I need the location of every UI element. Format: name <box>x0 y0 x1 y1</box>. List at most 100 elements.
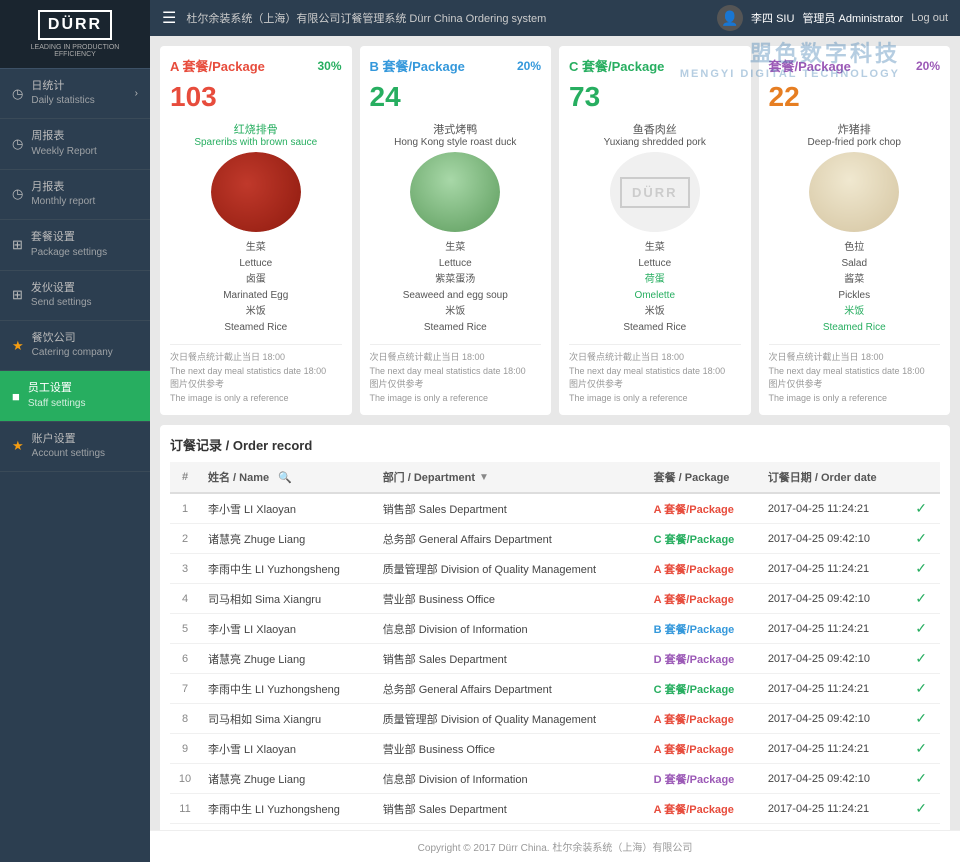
package-a-pct: 30% <box>317 59 341 73</box>
package-c-items: 生菜Lettuce 荷蛋Omelette 米饭Steamed Rice <box>569 240 741 336</box>
package-card-b: B 套餐/Package 20% 24 港式烤鸭 Hong Kong style… <box>360 46 552 415</box>
row-status: ✓ <box>907 734 940 764</box>
row-status: ✓ <box>907 554 940 584</box>
row-dept: 信息部 Division of Information <box>375 614 646 644</box>
row-status: ✓ <box>907 704 940 734</box>
sidebar-item-account-settings[interactable]: ★ 账户设置 Account settings <box>0 422 150 472</box>
row-num: 9 <box>170 734 200 764</box>
row-dept: 质量管理部 Division of Quality Management <box>375 554 646 584</box>
row-package: A 套餐/Package <box>646 584 760 614</box>
sidebar-logo: DÜRR LEADING IN PRODUCTION EFFICIENCY <box>0 0 150 69</box>
sidebar-item-catering[interactable]: ★ 餐饮公司 Catering company <box>0 321 150 371</box>
row-dept: 销售部 Sales Department <box>375 794 646 824</box>
row-num: 5 <box>170 614 200 644</box>
package-c-image: DÜRR <box>610 152 700 232</box>
package-b-main-dish: 港式烤鸭 Hong Kong style roast duck <box>370 121 542 148</box>
sidebar-item-staff-settings[interactable]: ■ 员工设置 Staff settings <box>0 371 150 421</box>
sidebar: DÜRR LEADING IN PRODUCTION EFFICIENCY ◷ … <box>0 0 150 862</box>
row-date: 2017-04-25 09:42:10 <box>760 704 907 734</box>
sidebar-item-daily-cn: 日统计 <box>31 79 94 94</box>
row-date: 2017-04-25 11:24:21 <box>760 794 907 824</box>
row-date: 2017-04-25 09:42:10 <box>760 644 907 674</box>
package-c-count: 73 <box>569 81 741 113</box>
package-a-count: 103 <box>170 81 342 113</box>
package-b-footer: 次日餐点统计截止当日 18:00 The next day meal stati… <box>370 344 542 405</box>
sidebar-item-catering-en: Catering company <box>32 346 113 360</box>
row-num: 6 <box>170 644 200 674</box>
sidebar-item-monthly-cn: 月报表 <box>31 180 95 195</box>
row-package: A 套餐/Package <box>646 734 760 764</box>
row-package: D 套餐/Package <box>646 644 760 674</box>
sidebar-item-daily[interactable]: ◷ 日统计 Daily statistics › <box>0 69 150 119</box>
sidebar-item-staff-cn: 员工设置 <box>28 381 86 396</box>
logo-text: DÜRR <box>38 10 112 40</box>
sidebar-nav: ◷ 日统计 Daily statistics › ◷ 周报表 Weekly Re… <box>0 69 150 862</box>
row-num: 4 <box>170 584 200 614</box>
row-name: 诸慧亮 Zhuge Liang <box>200 764 375 794</box>
table-row: 1 李小雪 LI Xlaoyan 销售部 Sales Department A … <box>170 493 940 524</box>
sidebar-item-weekly-cn: 周报表 <box>31 129 96 144</box>
sidebar-item-weekly[interactable]: ◷ 周报表 Weekly Report <box>0 119 150 169</box>
table-row: 7 李雨中生 LI Yuzhongsheng 总务部 General Affai… <box>170 674 940 704</box>
sidebar-item-send-en: Send settings <box>31 296 92 310</box>
package-b-pct: 20% <box>517 59 541 73</box>
row-package: B 套餐/Package <box>646 614 760 644</box>
order-table: # 姓名 / Name 🔍 部门 / Department ▼ 套餐 / Pac… <box>170 462 940 830</box>
avatar: 👤 <box>717 5 743 31</box>
package-d-items: 色拉Salad 酱菜Pickles 米饭Steamed Rice <box>769 240 941 336</box>
sidebar-tagline: LEADING IN PRODUCTION EFFICIENCY <box>10 44 140 58</box>
col-package: 套餐 / Package <box>646 462 760 493</box>
row-name: 司马相如 Sima Xiangru <box>200 584 375 614</box>
row-num: 1 <box>170 493 200 524</box>
sidebar-item-pkg-cn: 套餐设置 <box>31 230 107 245</box>
row-num: 11 <box>170 794 200 824</box>
package-d-footer: 次日餐点统计截止当日 18:00 The next day meal stati… <box>769 344 941 405</box>
sidebar-item-daily-en: Daily statistics <box>31 94 94 108</box>
search-icon[interactable]: 🔍 <box>278 471 292 484</box>
sidebar-item-monthly-en: Monthly report <box>31 195 95 209</box>
sidebar-item-catering-cn: 餐饮公司 <box>32 331 113 346</box>
row-num: 8 <box>170 704 200 734</box>
row-dept: 营业部 Business Office <box>375 734 646 764</box>
row-name: 诸慧亮 Zhuge Liang <box>200 644 375 674</box>
row-dept: 销售部 Sales Department <box>375 644 646 674</box>
topbar-user-id: 李四 SIU <box>751 10 794 26</box>
star-icon: ★ <box>12 338 24 354</box>
row-date: 2017-04-25 09:42:10 <box>760 584 907 614</box>
topbar-user-role: 管理员 Administrator <box>802 10 903 26</box>
row-dept: 总务部 General Affairs Department <box>375 524 646 554</box>
row-status: ✓ <box>907 584 940 614</box>
sidebar-item-send-settings[interactable]: ⊞ 发伙设置 Send settings <box>0 271 150 321</box>
col-status <box>907 462 940 493</box>
row-status: ✓ <box>907 493 940 524</box>
table-row: 11 李雨中生 LI Yuzhongsheng 销售部 Sales Depart… <box>170 794 940 824</box>
package-c-main-dish: 鱼香肉丝 Yuxiang shredded pork <box>569 121 741 148</box>
row-dept: 信息部 Division of Information <box>375 764 646 794</box>
col-date: 订餐日期 / Order date <box>760 462 907 493</box>
sidebar-item-package-settings[interactable]: ⊞ 套餐设置 Package settings <box>0 220 150 270</box>
durr-logo-placeholder: DÜRR <box>620 177 690 208</box>
row-name: 李雨中生 LI Yuzhongsheng <box>200 794 375 824</box>
logout-button[interactable]: Log out <box>911 12 948 24</box>
row-dept: 销售部 Sales Department <box>375 493 646 524</box>
square-icon: ■ <box>12 389 20 404</box>
package-d-pct: 20% <box>916 59 940 73</box>
sidebar-item-send-cn: 发伙设置 <box>31 281 92 296</box>
row-name: 李小雪 LI Xlaoyan <box>200 493 375 524</box>
topbar-user: 👤 李四 SIU 管理员 Administrator Log out <box>717 5 948 31</box>
order-title: 订餐记录 / Order record <box>170 435 940 454</box>
row-num: 3 <box>170 554 200 584</box>
sidebar-item-monthly[interactable]: ◷ 月报表 Monthly report <box>0 170 150 220</box>
package-card-d: 套餐/Package 20% 22 炸猪排 Deep-fried pork ch… <box>759 46 951 415</box>
row-dept: 总务部 General Affairs Department <box>375 674 646 704</box>
row-date: 2017-04-25 11:24:21 <box>760 554 907 584</box>
topbar: ☰ 杜尔余装系统（上海）有限公司订餐管理系统 Dürr China Orderi… <box>150 0 960 36</box>
package-a-footer: 次日餐点统计截止当日 18:00 The next day meal stati… <box>170 344 342 405</box>
hamburger-icon[interactable]: ☰ <box>162 8 176 28</box>
row-status: ✓ <box>907 794 940 824</box>
package-d-image <box>809 152 899 232</box>
package-a-items: 生菜Lettuce 卤蛋Marinated Egg 米饭Steamed Rice <box>170 240 342 336</box>
row-date: 2017-04-25 09:42:10 <box>760 524 907 554</box>
row-status: ✓ <box>907 614 940 644</box>
row-status: ✓ <box>907 524 940 554</box>
